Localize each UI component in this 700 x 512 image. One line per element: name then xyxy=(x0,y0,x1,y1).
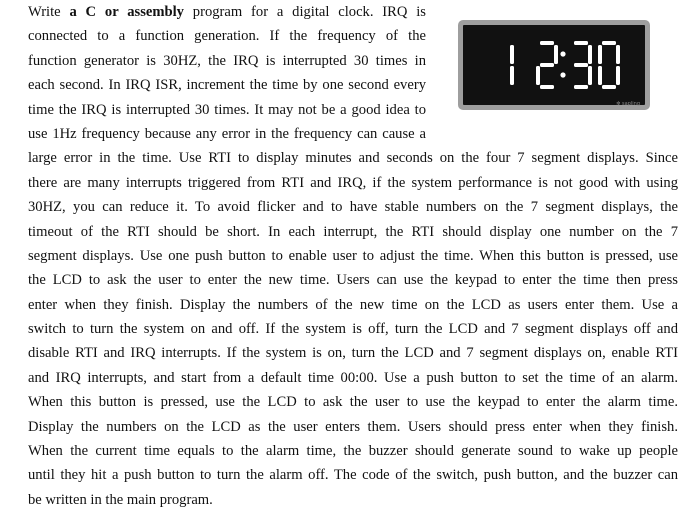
digit-1 xyxy=(510,45,514,85)
text-line: each second. In IRQ ISR, increment the t… xyxy=(28,77,426,94)
colon-dot xyxy=(560,72,566,78)
segment-a xyxy=(602,41,616,45)
segment-e xyxy=(536,66,540,85)
text-line: Display the numbers on the LCD as the us… xyxy=(28,418,678,435)
digit-0 xyxy=(598,41,620,89)
text-line: time the IRQ is interrupted 30 times. It… xyxy=(28,101,426,118)
text-line: function generator is 30HZ, the IRQ is i… xyxy=(28,52,426,69)
segment-d xyxy=(602,85,616,89)
text-line: timeout of the RTI should be short. In e… xyxy=(28,223,678,240)
segment-a xyxy=(574,41,588,45)
text-line: use 1Hz frequency because any error in t… xyxy=(28,125,426,142)
text-line: When this button is pressed, use the LCD… xyxy=(28,394,678,411)
text-line: the LCD to ask the user to enter the new… xyxy=(28,272,678,289)
colon-dot xyxy=(560,51,566,57)
bold-phrase: a C or assembly xyxy=(69,4,184,20)
text-line: be written in the main program. xyxy=(28,491,213,508)
text-line: until they hit a push button to turn the… xyxy=(28,467,678,484)
brand-logo-icon: ✼ xyxy=(616,101,621,107)
digital-clock-image: ✼ sapling xyxy=(458,20,650,110)
segment-b xyxy=(588,45,592,64)
text-line: switch to turn the system on and off. If… xyxy=(28,321,678,338)
text-line: enter when they finish. Display the numb… xyxy=(28,296,678,313)
segment-c xyxy=(588,66,592,85)
text-line: When the current time equals to the alar… xyxy=(28,443,678,460)
segment-b xyxy=(510,45,514,64)
text-line: 30HZ, you can reduce it. To avoid flicke… xyxy=(28,199,678,216)
segment-d xyxy=(540,85,554,89)
digit-2 xyxy=(536,41,558,89)
segment-c xyxy=(616,66,620,85)
digit-3 xyxy=(574,41,592,89)
text-line: connected to a function generation. If t… xyxy=(28,28,426,45)
text-line: Write a C or assembly program for a digi… xyxy=(28,4,426,20)
text-line: disable RTI and IRQ interrupts. If the s… xyxy=(28,345,678,362)
text-line: large error in the time. Use RTI to disp… xyxy=(28,150,678,167)
segment-d xyxy=(574,85,588,89)
text-line: there are many interrupts triggered from… xyxy=(28,174,678,191)
brand-label: ✼ sapling xyxy=(616,101,640,107)
segment-b xyxy=(554,45,558,64)
clock-digits xyxy=(510,41,620,89)
segment-f xyxy=(598,45,602,64)
segment-b xyxy=(616,45,620,64)
segment-c xyxy=(510,66,514,85)
segment-e xyxy=(598,66,602,85)
text-line: and IRQ interrupts, and start from a def… xyxy=(28,369,678,386)
segment-g xyxy=(574,63,588,67)
text-line: segment displays. Use one push button to… xyxy=(28,247,678,264)
segment-g xyxy=(540,63,554,67)
segment-a xyxy=(540,41,554,45)
